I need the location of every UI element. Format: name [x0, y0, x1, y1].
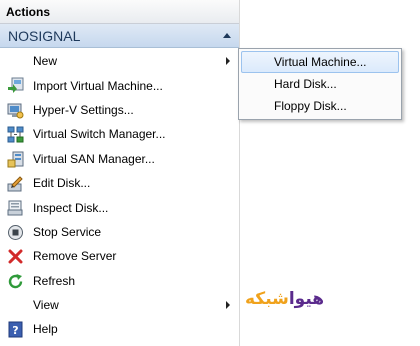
menu-item-label: Inspect Disk... — [33, 200, 109, 215]
menu-item-stop-service[interactable]: Stop Service — [0, 220, 239, 244]
menu-item-label: Virtual Switch Manager... — [33, 127, 166, 142]
edit-disk-icon — [7, 175, 24, 192]
menu-item-label: New — [33, 54, 58, 69]
submenu-item-virtual-machine[interactable]: Virtual Machine... — [241, 51, 399, 73]
menu-item-label: Import Virtual Machine... — [33, 78, 163, 93]
menu-item-inspect-disk[interactable]: Inspect Disk... — [0, 195, 239, 219]
menu-item-view[interactable]: View — [0, 293, 239, 317]
menu-item-import-vm[interactable]: Import Virtual Machine... — [0, 73, 239, 97]
menu-item-label: View — [33, 298, 59, 313]
menu-item-refresh[interactable]: Refresh — [0, 269, 239, 293]
watermark-part2: شبکه — [245, 289, 289, 309]
menu-item-hyperv-settings[interactable]: Hyper-V Settings... — [0, 98, 239, 122]
watermark-logo: هیواشبکه — [245, 289, 324, 309]
menu-item-new[interactable]: New — [0, 49, 239, 73]
hyperv-settings-icon — [7, 102, 24, 119]
server-section-header[interactable]: NOSIGNAL — [0, 24, 239, 48]
menu-item-virtual-switch-manager[interactable]: Virtual Switch Manager... — [0, 122, 239, 146]
submenu-item-floppy-disk[interactable]: Floppy Disk... — [241, 95, 399, 117]
virtual-switch-icon — [7, 126, 24, 143]
collapse-icon[interactable] — [223, 33, 231, 38]
menu-item-edit-disk[interactable]: Edit Disk... — [0, 171, 239, 195]
menu-item-label: Remove Server — [33, 249, 117, 264]
submenu-arrow-icon — [226, 57, 230, 65]
stop-icon — [7, 224, 24, 241]
new-submenu: Virtual Machine... Hard Disk... Floppy D… — [238, 48, 402, 120]
inspect-disk-icon — [7, 199, 24, 216]
server-name: NOSIGNAL — [8, 28, 81, 44]
remove-icon — [7, 248, 24, 265]
watermark-part1: هیوا — [288, 289, 325, 309]
submenu-arrow-icon — [226, 300, 230, 309]
import-vm-icon — [7, 77, 24, 94]
menu-item-virtual-san-manager[interactable]: Virtual SAN Manager... — [0, 147, 239, 171]
menu-item-label: Virtual SAN Manager... — [33, 151, 155, 166]
actions-menu: New Import Virtual Machine... Hyper-V Se… — [0, 49, 239, 342]
submenu-item-hard-disk[interactable]: Hard Disk... — [241, 73, 399, 95]
menu-item-label: Edit Disk... — [33, 176, 91, 191]
svg-text:?: ? — [12, 324, 18, 337]
help-icon: ? — [7, 321, 24, 338]
menu-item-remove-server[interactable]: Remove Server — [0, 244, 239, 268]
refresh-icon — [7, 273, 24, 290]
pane-title: Actions — [0, 0, 239, 24]
virtual-san-icon — [7, 151, 24, 168]
menu-item-help[interactable]: ? Help — [0, 317, 239, 341]
menu-item-label: Hyper-V Settings... — [33, 102, 134, 117]
menu-item-label: Stop Service — [33, 224, 102, 239]
actions-pane: Actions NOSIGNAL New Import Virtual Mach… — [0, 0, 240, 346]
menu-item-label: Refresh — [33, 273, 76, 288]
menu-item-label: Help — [33, 322, 58, 337]
